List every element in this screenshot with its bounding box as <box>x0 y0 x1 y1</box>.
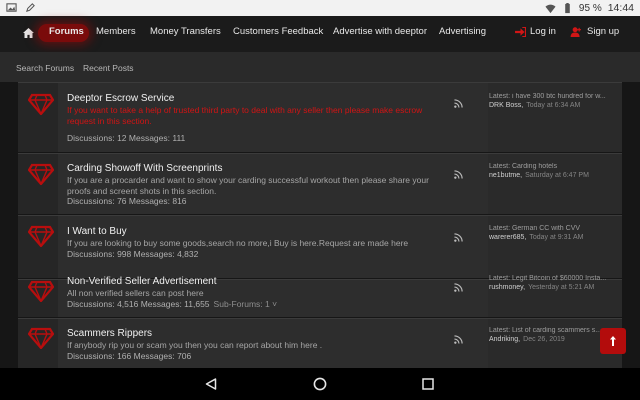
forum-stats: Discussions: 76 Messages: 816 <box>67 196 187 206</box>
forum-row[interactable]: Scammers Rippers If anybody rip you or s… <box>18 318 622 368</box>
wifi-icon <box>545 4 556 13</box>
latest-time: Today at 9:31 AM <box>529 234 584 241</box>
forum-description: If you are a procarder and want to show … <box>67 175 429 196</box>
forum-title[interactable]: I Want to Buy <box>67 226 127 237</box>
diamond-forum-icon <box>28 225 54 247</box>
diamond-forum-icon <box>28 280 54 302</box>
login-icon[interactable] <box>515 27 526 37</box>
status-bar: 95 % 14:44 <box>0 0 640 16</box>
latest-post: Latest: Carding hotels ne1butme, Saturday… <box>488 154 622 214</box>
forum-stats: Discussions: 4,516 Messages: 11,655 Sub-F… <box>67 299 277 309</box>
arrow-up-icon <box>610 336 616 346</box>
latest-user[interactable]: warerer685, <box>489 234 526 241</box>
nav-customers-feedback[interactable]: Customers Feedback <box>233 26 323 37</box>
home-circle-icon[interactable] <box>313 377 327 391</box>
signup-icon[interactable] <box>570 27 582 37</box>
nav-money-transfers[interactable]: Money Transfers <box>150 26 221 37</box>
nav-forums[interactable]: Forums <box>49 26 84 37</box>
forum-icon-cell <box>18 319 58 368</box>
latest-thread-link[interactable]: Latest: Carding hotels <box>489 163 617 170</box>
rss-feed-icon[interactable] <box>454 283 463 292</box>
forum-description: If you want to take a help of trusted th… <box>67 105 423 126</box>
latest-post: Latest: German CC with CVV warerer685, To… <box>488 216 622 278</box>
forum-row[interactable]: Deeptor Escrow Service If you want to ta… <box>18 82 622 152</box>
rss-feed-icon[interactable] <box>454 233 463 242</box>
latest-meta: rushmoney, Yesterday at 5:21 AM <box>489 284 594 291</box>
sub-navbar: Search Forums Recent Posts <box>0 52 640 82</box>
forum-description: All non verified sellers can post here <box>67 288 204 298</box>
latest-time: Saturday at 6:47 PM <box>525 172 589 179</box>
latest-meta: warerer685, Today at 9:31 AM <box>489 234 583 241</box>
forum-stats: Discussions: 998 Messages: 4,832 <box>67 249 199 259</box>
recent-posts-link[interactable]: Recent Posts <box>83 63 134 73</box>
forum-row[interactable]: Carding Showoff With Screenprints If you… <box>18 153 622 214</box>
forum-icon-cell <box>18 216 58 278</box>
latest-user[interactable]: Andriking, <box>489 336 520 343</box>
diamond-forum-icon <box>28 163 54 185</box>
forum-stats-text: Discussions: 4,516 Messages: 11,655 <box>67 299 210 309</box>
nav-advertise-with-deeptor[interactable]: Advertise with deeptor <box>333 26 427 37</box>
scroll-to-top-button[interactable] <box>600 328 626 354</box>
diamond-forum-icon <box>28 93 54 115</box>
rss-feed-icon[interactable] <box>454 170 463 179</box>
edit-notification-icon <box>26 3 35 12</box>
login-link[interactable]: Log in <box>530 26 556 37</box>
forum-stats: Discussions: 12 Messages: 111 <box>67 133 186 143</box>
forum-title[interactable]: Scammers Rippers <box>67 328 152 339</box>
latest-thread-link[interactable]: Latest: Legit Bitcoin of $60000 Insta... <box>489 275 617 282</box>
rss-feed-icon[interactable] <box>454 99 463 108</box>
main-navbar: Forums Members Money Transfers Customers… <box>0 16 640 52</box>
latest-meta: Andriking, Dec 26, 2019 <box>489 336 565 343</box>
latest-time: Yesterday at 5:21 AM <box>528 284 595 291</box>
forum-icon-cell <box>18 154 58 214</box>
forum-row[interactable]: I Want to Buy If you are looking to buy … <box>18 215 622 278</box>
forum-list: Deeptor Escrow Service If you want to ta… <box>0 82 640 368</box>
image-notification-icon <box>6 3 17 12</box>
latest-thread-link[interactable]: Latest: List of carding scammers s... <box>489 327 617 334</box>
forum-title[interactable]: Non-Verified Seller Advertisement <box>67 276 217 287</box>
forum-title[interactable]: Carding Showoff With Screenprints <box>67 163 222 174</box>
home-icon[interactable] <box>23 28 34 38</box>
forum-icon-cell <box>18 83 58 152</box>
back-icon[interactable] <box>205 378 217 390</box>
latest-thread-link[interactable]: Latest: German CC with CVV <box>489 225 617 232</box>
latest-user[interactable]: DRK Boss, <box>489 102 523 109</box>
latest-post: Latest: i have 300 btc hundred for w... … <box>488 83 622 152</box>
clock: 14:44 <box>607 2 634 14</box>
diamond-forum-icon <box>28 327 54 349</box>
battery-icon <box>565 2 570 13</box>
forum-description: If you are looking to buy some goods,sea… <box>67 238 409 248</box>
latest-user[interactable]: ne1butme, <box>489 172 522 179</box>
latest-meta: DRK Boss, Today at 6:34 AM <box>489 102 580 109</box>
battery-level: 95 % <box>578 2 602 14</box>
search-forums-link[interactable]: Search Forums <box>16 63 74 73</box>
system-navigation-bar <box>0 368 640 400</box>
signup-link[interactable]: Sign up <box>587 26 619 37</box>
rss-feed-icon[interactable] <box>454 335 463 344</box>
nav-members[interactable]: Members <box>96 26 136 37</box>
forum-title[interactable]: Deeptor Escrow Service <box>67 93 174 104</box>
recents-icon[interactable] <box>422 378 434 390</box>
forum-stats: Discussions: 166 Messages: 706 <box>67 351 192 361</box>
latest-post: Latest: Legit Bitcoin of $60000 Insta...… <box>488 275 622 317</box>
forum-description: If anybody rip you or scam you then you … <box>67 340 323 350</box>
forum-row[interactable]: Non-Verified Seller Advertisement All no… <box>18 275 622 317</box>
latest-user[interactable]: rushmoney, <box>489 284 525 291</box>
forum-icon-cell <box>18 280 58 317</box>
latest-meta: ne1butme, Saturday at 6:47 PM <box>489 172 589 179</box>
latest-time: Dec 26, 2019 <box>523 336 565 343</box>
latest-time: Today at 6:34 AM <box>526 102 581 109</box>
nav-advertising[interactable]: Advertising <box>439 26 486 37</box>
latest-thread-link[interactable]: Latest: i have 300 btc hundred for w... <box>489 93 617 100</box>
subforums-dropdown[interactable]: Sub-Forums: 1 ˅ <box>214 299 278 309</box>
